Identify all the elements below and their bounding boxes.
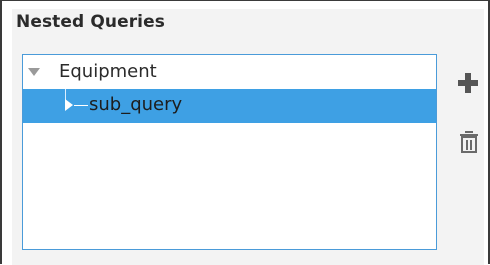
delete-query-button[interactable] bbox=[458, 129, 480, 155]
expand-down-icon[interactable] bbox=[28, 68, 40, 76]
tree-child-label: sub_query bbox=[89, 94, 183, 115]
plus-icon bbox=[458, 73, 478, 93]
tree-root-label: Equipment bbox=[59, 61, 157, 82]
nested-query-tree[interactable]: Equipment sub_query bbox=[22, 54, 437, 250]
add-query-button[interactable] bbox=[456, 71, 480, 95]
trash-icon bbox=[460, 131, 478, 153]
panel-title: Nested Queries bbox=[16, 12, 165, 32]
tree-branch-line bbox=[74, 105, 88, 106]
window-frame: Nested Queries Equipment sub_query bbox=[0, 0, 490, 265]
expand-right-icon[interactable] bbox=[65, 99, 73, 111]
tree-row-sub-query[interactable]: sub_query bbox=[23, 89, 436, 123]
tree-row-equipment[interactable]: Equipment bbox=[23, 55, 436, 89]
